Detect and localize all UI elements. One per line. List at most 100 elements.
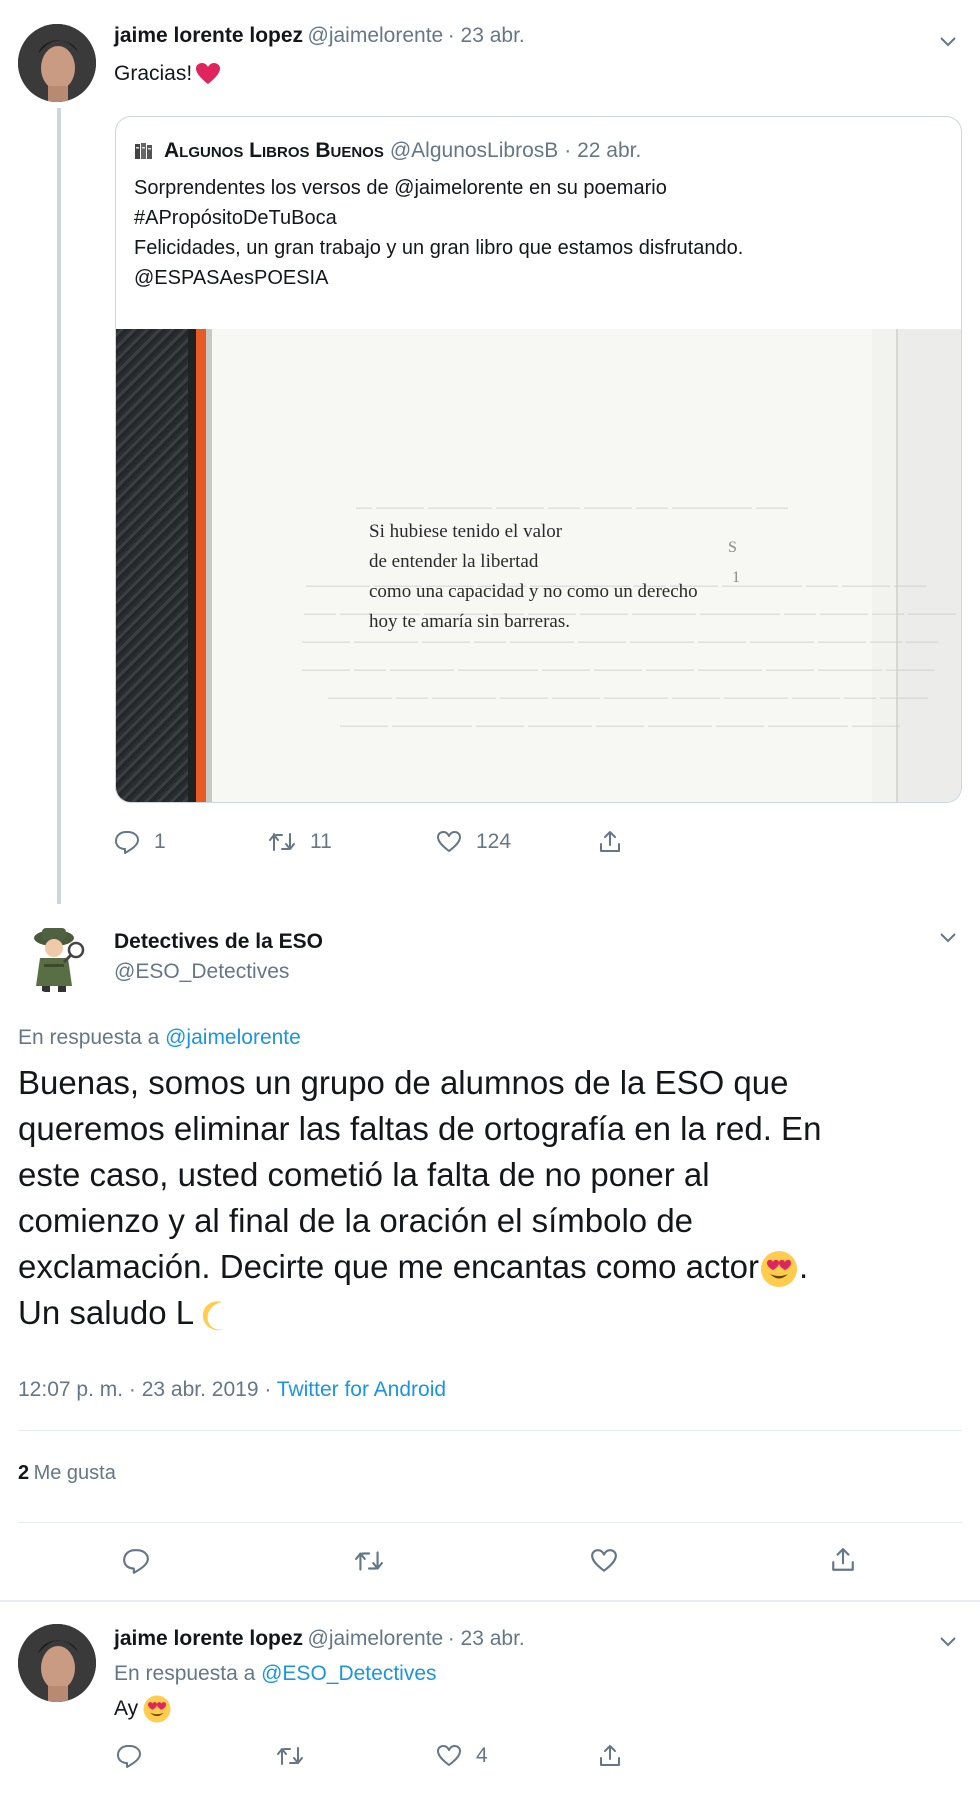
share-icon	[600, 1745, 620, 1766]
author-name[interactable]: jaime lorente lopez	[114, 1627, 303, 1650]
author-handle[interactable]: @jaimelorente	[308, 24, 444, 47]
tweet-text: Gracias!	[114, 62, 221, 86]
next-page	[896, 329, 961, 802]
reply-prefix: En respuesta a	[114, 1662, 256, 1685]
divider	[18, 1430, 962, 1431]
show-through-text: ———— —— ———— ——— ——— ———— ——— ———— ——— —…	[328, 689, 928, 706]
poem-line: hoy te amaría sin barreras.	[369, 611, 570, 632]
reply-button[interactable]: 1	[114, 830, 166, 854]
show-through-text: ——— —— ———— ————— ——— ——— ——— ———— ——— —…	[302, 661, 934, 678]
ribbon-bookmark	[196, 329, 206, 802]
retweet-icon	[269, 833, 295, 851]
show-through-text: ——— ————— ——— ———— ——— ———— ——— ————— ——…	[340, 717, 900, 734]
reply-context: En respuesta a @ESO_Detectives	[114, 1662, 437, 1686]
thread-line	[57, 108, 61, 904]
like-count: 124	[476, 830, 512, 853]
divider	[18, 1522, 962, 1523]
tweet-line: queremos eliminar las faltas de ortograf…	[18, 1110, 822, 1147]
tweet-text: Buenas, somos un grupo de alumnos de la …	[18, 1060, 821, 1336]
quote-header: Algunos Libros Buenos @AlgunosLibrosB · …	[134, 139, 641, 163]
chevron-down-icon[interactable]	[937, 1630, 959, 1652]
tweet-text-content: Gracias!	[114, 62, 193, 85]
tweet-line: Buenas, somos un grupo de alumnos de la …	[18, 1064, 789, 1101]
tweet-time[interactable]: · 23 abr.	[448, 1627, 525, 1650]
chevron-down-icon[interactable]	[937, 926, 959, 948]
like-button[interactable]: 4	[436, 1744, 488, 1768]
reply-count: 1	[154, 830, 166, 853]
crescent-moon-icon	[203, 1301, 225, 1331]
quote-line: Sorprendentes los versos de @jaimelorent…	[134, 177, 667, 199]
retweet-icon	[277, 1747, 303, 1765]
tweet-meta: 12:07 p. m. · 23 abr. 2019 · Twitter for…	[18, 1378, 446, 1402]
poem-line: Si hubiese tenido el valor	[369, 521, 563, 542]
tweet-line-end: .	[799, 1248, 809, 1285]
tweet-line: este caso, usted cometió la falta de no …	[18, 1156, 710, 1193]
quote-author-name[interactable]: Algunos Libros Buenos	[164, 139, 384, 163]
poem-line: como una capacidad y no como un derecho	[369, 581, 698, 602]
like-button[interactable]: 124	[436, 830, 511, 854]
books-icon	[135, 143, 152, 159]
tweet-line-text: Un saludo L	[18, 1294, 195, 1331]
tweet-time[interactable]: · 23 abr.	[448, 24, 525, 47]
author-block: Detectives de la ESO @ESO_Detectives	[114, 930, 323, 984]
detective-avatar	[34, 928, 85, 992]
share-button[interactable]	[830, 1546, 856, 1574]
author-name[interactable]: Detectives de la ESO	[114, 930, 323, 954]
avatar-photo	[18, 1624, 96, 1702]
like-count: 4	[476, 1744, 488, 1767]
reply-button[interactable]	[116, 1744, 142, 1768]
share-button[interactable]	[598, 1744, 622, 1768]
like-button[interactable]	[590, 1548, 618, 1574]
reply-prefix: En respuesta a	[18, 1026, 160, 1049]
author-handle[interactable]: @ESO_Detectives	[114, 960, 323, 984]
reply-icon	[115, 831, 139, 854]
quote-image[interactable]: S 1 — ——— ———— ——— —— ——— —— ————— —— ——…	[116, 329, 961, 802]
tweet-text-content: Ay	[114, 1697, 139, 1720]
share-icon	[832, 1548, 854, 1571]
tweet-line: comienzo y al final de la oración el sím…	[18, 1202, 694, 1239]
tweet-line: exclamación. Decirte que me encantas com…	[18, 1244, 821, 1290]
client-link[interactable]: Twitter for Android	[277, 1378, 446, 1401]
avatar[interactable]	[18, 24, 96, 102]
tweet-header: jaime lorente lopez @jaimelorente · 23 a…	[114, 24, 525, 48]
avatar[interactable]	[18, 1624, 96, 1702]
author-name[interactable]: jaime lorente lopez	[114, 24, 303, 47]
quoted-tweet[interactable]: Algunos Libros Buenos @AlgunosLibrosB · …	[115, 116, 962, 803]
next-page-text: S	[728, 539, 737, 556]
reply-context: En respuesta a @jaimelorente	[18, 1026, 301, 1050]
tweet-line-text: exclamación. Decirte que me encantas com…	[18, 1248, 760, 1285]
heart-icon	[591, 1549, 617, 1572]
show-through-text: — ——— ———— ——— —— ——— —— ————— ——	[356, 499, 788, 516]
like-stats[interactable]: 2 Me gusta	[18, 1462, 116, 1485]
quote-text: Sorprendentes los versos de @jaimelorent…	[134, 173, 743, 293]
quote-time[interactable]: · 22 abr.	[564, 139, 641, 163]
tweet-text: Ay	[114, 1694, 172, 1724]
reply-to-link[interactable]: @ESO_Detectives	[261, 1662, 436, 1685]
reply-button[interactable]	[122, 1548, 150, 1574]
avatar[interactable]	[18, 916, 96, 994]
tweet-line: Un saludo L	[18, 1290, 821, 1336]
like-stat-count: 2	[18, 1462, 30, 1484]
share-icon	[600, 831, 620, 852]
heart-icon	[437, 1745, 461, 1766]
share-button[interactable]	[598, 830, 622, 854]
red-heart-icon	[196, 63, 221, 84]
tweet-separator	[0, 1600, 980, 1602]
reply-to-link[interactable]: @jaimelorente	[165, 1026, 301, 1049]
retweet-button[interactable]: 11	[268, 830, 332, 854]
heart-eyes-emoji-icon	[143, 1695, 171, 1723]
quote-author-handle[interactable]: @AlgunosLibrosB	[390, 139, 558, 163]
book-spine	[116, 329, 188, 802]
hashtag-link[interactable]: #APropósitoDeTuBoca	[134, 203, 743, 233]
mention-link[interactable]: @ESPASAesPOESIA	[134, 263, 743, 293]
retweet-button[interactable]	[276, 1744, 304, 1768]
poem-text: Si hubiese tenido el valor de entender l…	[369, 517, 698, 637]
timestamp[interactable]: 12:07 p. m. · 23 abr. 2019 ·	[18, 1378, 271, 1401]
like-stat-label: Me gusta	[33, 1462, 116, 1484]
avatar-photo	[18, 24, 96, 102]
retweet-count: 11	[310, 830, 332, 853]
chevron-down-icon[interactable]	[937, 30, 959, 52]
author-handle[interactable]: @jaimelorente	[308, 1627, 444, 1650]
retweet-button[interactable]	[354, 1548, 384, 1574]
retweet-icon	[355, 1551, 383, 1571]
